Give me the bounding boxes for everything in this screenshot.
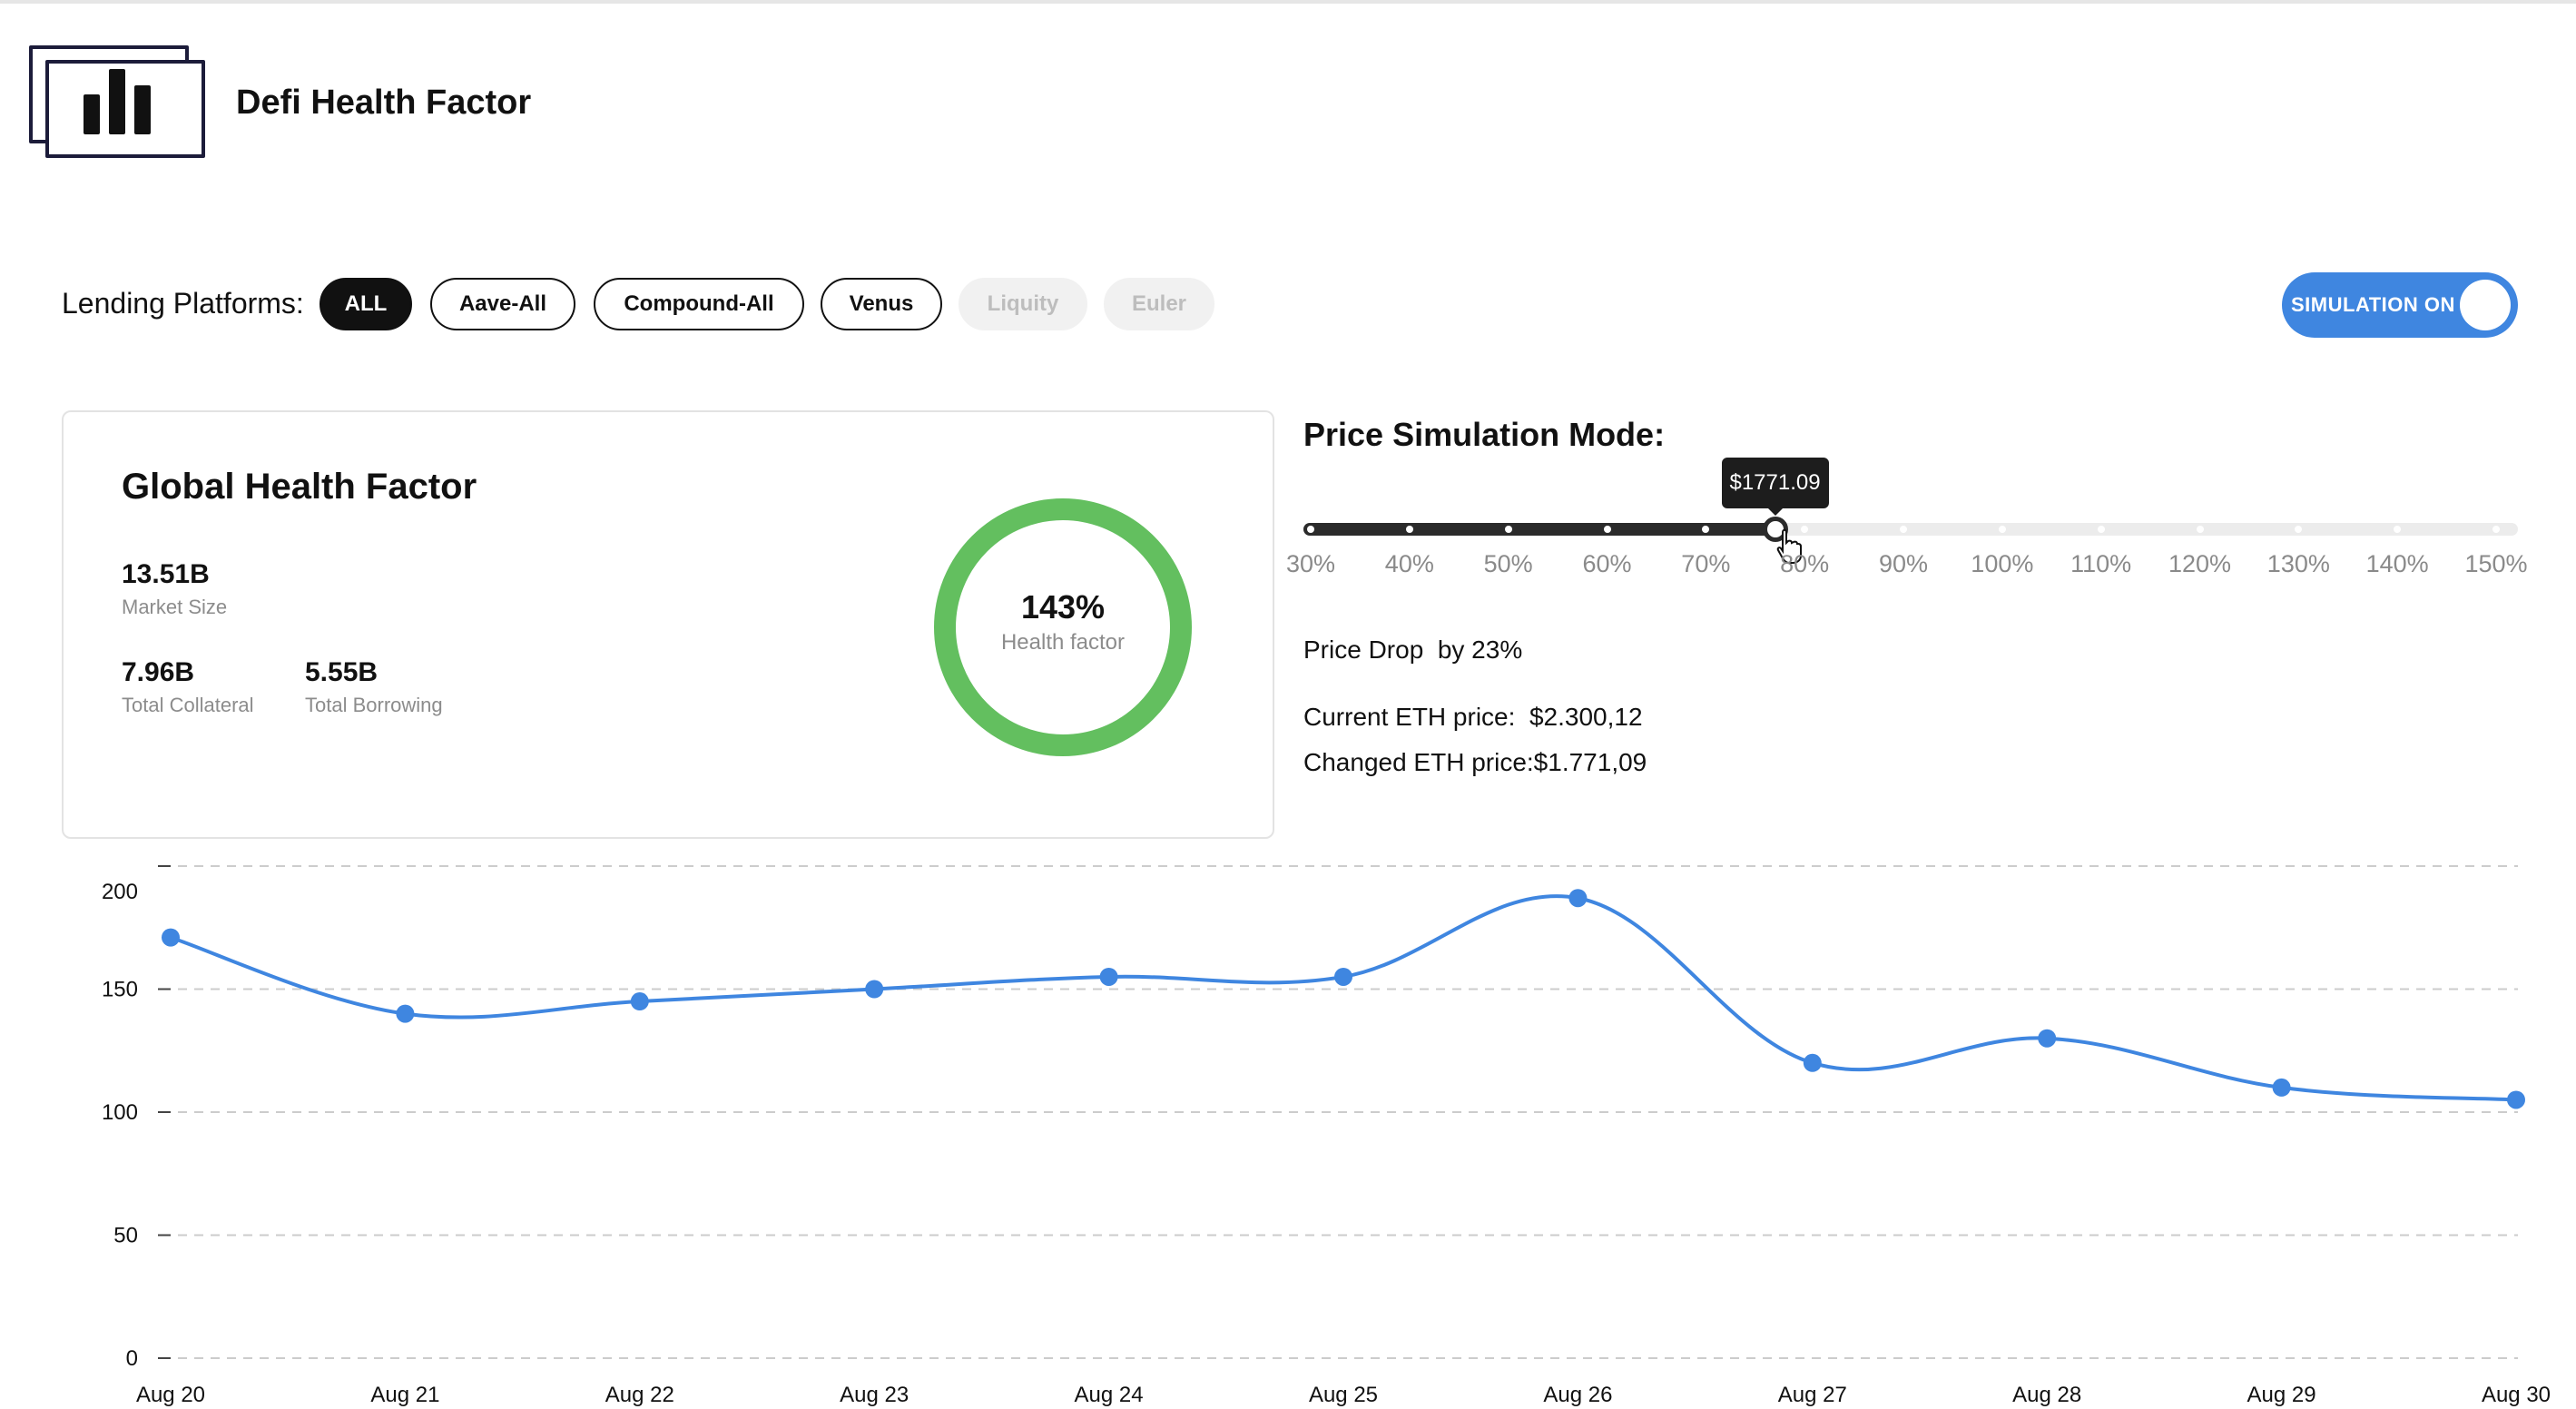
slider-step-dot	[1998, 526, 2006, 533]
data-point[interactable]	[2038, 1029, 2057, 1048]
slider-mark-label: 150%	[2464, 550, 2528, 577]
card-title: Global Health Factor	[122, 467, 477, 507]
platform-chip-aave[interactable]: Aave-All	[430, 278, 575, 330]
slider-mark-label: 80%	[1780, 550, 1830, 577]
platform-chip-venus[interactable]: Venus	[821, 278, 942, 330]
current-eth-price: Current ETH price: $2.300,12	[1303, 703, 1643, 731]
slider-mark-label: 60%	[1582, 550, 1632, 577]
y-tick-label: 150	[102, 978, 138, 1002]
slider-step-dot	[1405, 526, 1413, 533]
platform-chip-compound[interactable]: Compound-All	[594, 278, 804, 330]
slider-mark-label: 40%	[1384, 550, 1434, 577]
slider-mark-label: 110%	[2070, 550, 2132, 577]
y-tick-label: 200	[102, 880, 138, 904]
data-point[interactable]	[1334, 967, 1352, 986]
slider-mark-label: 140%	[2365, 550, 2429, 577]
total-borrowing-label: Total Borrowing	[305, 694, 443, 716]
x-tick-label: Aug 25	[1309, 1383, 1378, 1407]
price-drop-text: Price Drop by 23%	[1303, 636, 1523, 664]
health-factor-gauge: 143% Health factor	[931, 496, 1195, 759]
data-point[interactable]	[865, 980, 884, 999]
x-tick-label: Aug 20	[136, 1383, 205, 1407]
y-tick-label: 50	[113, 1224, 138, 1248]
platform-chip-euler: Euler	[1104, 278, 1214, 330]
series-line	[170, 894, 2517, 1102]
slider-step-dot	[2492, 526, 2500, 533]
health-ring	[934, 498, 1192, 756]
data-point[interactable]	[2507, 1090, 2525, 1109]
x-tick-label: Aug 30	[2482, 1383, 2551, 1407]
simulation-title: Price Simulation Mode:	[1303, 416, 1666, 453]
y-tick-label: 100	[102, 1100, 138, 1125]
platform-chip-liquity: Liquity	[959, 278, 1087, 330]
y-tick-label: 0	[126, 1346, 138, 1371]
x-tick-label: Aug 21	[370, 1383, 439, 1407]
slider-step-dot	[2097, 526, 2105, 533]
price-tooltip: $1771.09	[1721, 458, 1829, 516]
data-point[interactable]	[1803, 1053, 1822, 1072]
slider-mark-label: 130%	[2266, 550, 2330, 577]
data-point[interactable]	[162, 928, 180, 947]
changed-eth-price: Changed ETH price:$1.771,09	[1303, 748, 1647, 776]
x-tick-label: Aug 29	[2247, 1383, 2316, 1407]
health-factor-label: Health factor	[1000, 630, 1126, 655]
slider-step-dot	[1504, 526, 1512, 533]
platform-chip-all[interactable]: ALL	[320, 278, 412, 330]
data-point[interactable]	[2272, 1078, 2291, 1097]
health-factor-value: 143%	[1020, 588, 1106, 626]
slider-step-dot	[1900, 526, 1907, 533]
x-tick-label: Aug 24	[1075, 1383, 1144, 1407]
data-point[interactable]	[396, 1004, 415, 1023]
top-border	[0, 0, 2576, 4]
total-collateral-value: 7.96B	[122, 657, 195, 687]
simulation-toggle-label: SIMULATION ON	[2291, 293, 2455, 316]
total-collateral-label: Total Collateral	[122, 694, 254, 716]
slider-mark-label: 30%	[1285, 550, 1336, 577]
market-size-value: 13.51B	[122, 559, 210, 589]
x-tick-label: Aug 23	[840, 1383, 909, 1407]
global-health-card: Global Health Factor 13.51B Market Size …	[62, 410, 1274, 839]
simulation-toggle[interactable]: SIMULATION ON	[2282, 272, 2518, 338]
x-tick-label: Aug 27	[1778, 1383, 1847, 1407]
slider-mark-label: 50%	[1483, 550, 1533, 577]
slider-mark-label: 90%	[1878, 550, 1929, 577]
bar-chart-icon[interactable]	[29, 45, 207, 158]
slider-step-dot	[2196, 526, 2204, 533]
slider-mark-label: 120%	[2168, 550, 2232, 577]
slider-step-dot	[1307, 526, 1314, 533]
x-tick-label: Aug 22	[605, 1383, 674, 1407]
slider-step-dot	[1603, 526, 1611, 533]
slider-mark-label: 70%	[1681, 550, 1731, 577]
lending-platforms-label: Lending Platforms:	[62, 287, 304, 320]
health-factor-line-chart: 0 50 100 150 200 Aug 20 Aug 21 Aug 22 Aug 23 Aug …	[102, 865, 2551, 1407]
x-tick-label: Aug 28	[2012, 1383, 2081, 1407]
slider-mark-label: 100%	[1971, 550, 2034, 577]
market-size-label: Market Size	[122, 596, 228, 618]
x-tick-label: Aug 26	[1543, 1383, 1612, 1407]
total-borrowing-value: 5.55B	[305, 657, 379, 687]
data-point[interactable]	[630, 992, 649, 1011]
app-title: Defi Health Factor	[236, 84, 532, 122]
toggle-knob	[2460, 280, 2511, 330]
data-point[interactable]	[1568, 889, 1588, 908]
data-point[interactable]	[1099, 967, 1118, 986]
